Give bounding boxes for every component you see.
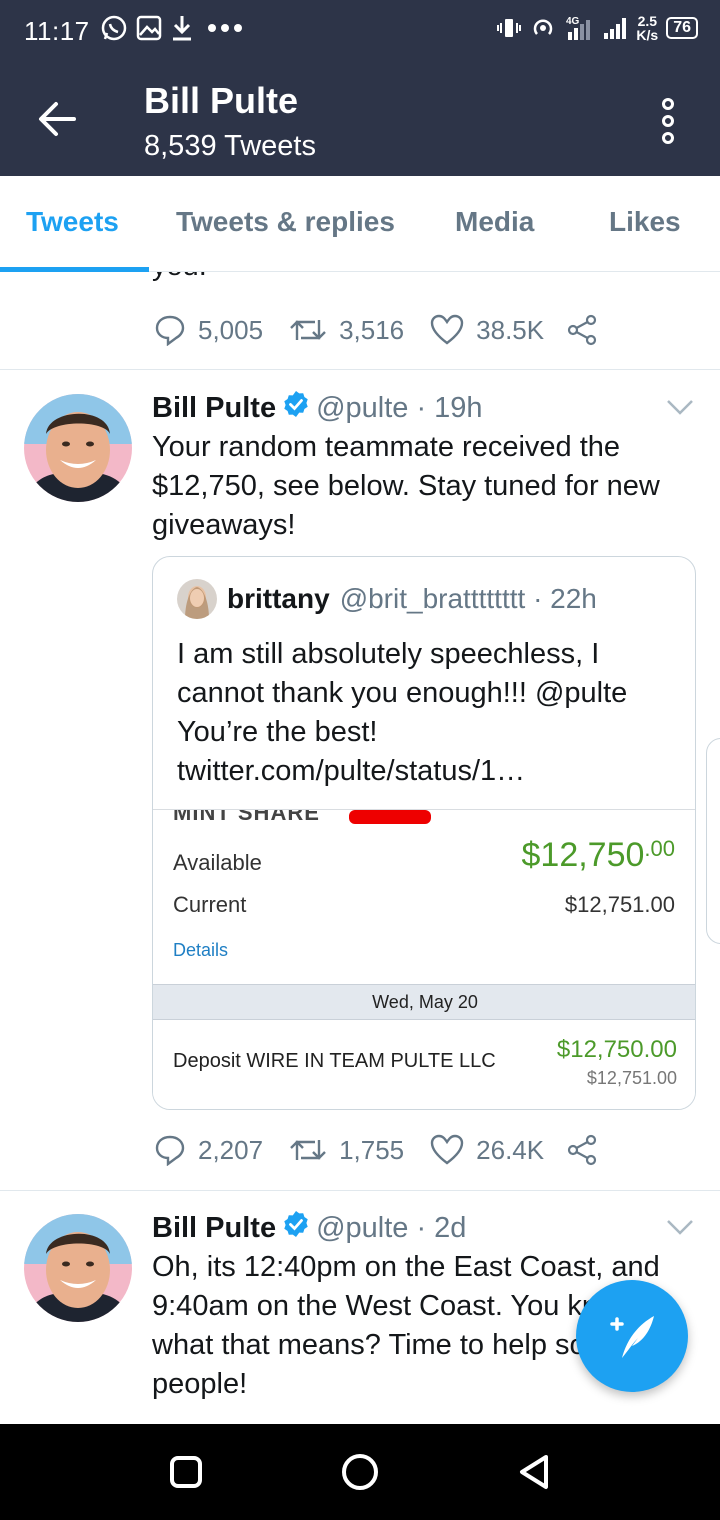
deposit-label: Deposit WIRE IN TEAM PULTE LLC <box>173 1050 496 1072</box>
compose-feather-icon <box>610 1316 654 1358</box>
tweet-header: Bill Pulte @pulte · 2d <box>152 1210 466 1246</box>
tweet-header: Bill Pulte @pulte · 19h <box>152 390 483 426</box>
chevron-down-icon[interactable] <box>666 1218 694 1236</box>
tweet-actions: 5,005 3,516 38.5K <box>154 310 598 350</box>
status-time: 11:17 <box>24 16 90 46</box>
author-handle-time: @pulte · 19h <box>316 391 483 424</box>
retweet-icon <box>290 1140 326 1160</box>
retweet-button[interactable]: 3,516 <box>289 314 404 346</box>
tweet-divider <box>0 1190 720 1191</box>
tweet-count: 8,539 Tweets <box>144 130 316 162</box>
avatar[interactable] <box>24 1214 132 1322</box>
recents-button-icon[interactable] <box>166 1452 206 1492</box>
verified-badge-icon <box>282 390 310 426</box>
tab-tweets-replies[interactable]: Tweets & replies <box>176 206 395 238</box>
heart-icon <box>430 314 464 345</box>
svg-text:4G: 4G <box>566 16 580 27</box>
vibrate-icon <box>496 15 522 41</box>
overflow-menu-icon[interactable] <box>654 98 682 144</box>
share-icon <box>568 1134 597 1166</box>
reply-button[interactable]: 2,207 <box>154 1134 263 1166</box>
deposit-balance: $12,751.00 <box>586 1068 677 1088</box>
tweet-divider <box>0 369 720 370</box>
back-button-icon[interactable] <box>514 1452 554 1492</box>
tab-tweets[interactable]: Tweets <box>26 206 119 238</box>
profile-name: Bill Pulte <box>144 80 299 121</box>
like-button[interactable]: 26.4K <box>430 1134 544 1166</box>
partial-card-edge <box>706 738 720 944</box>
tweet-feed: you. 5,005 3,516 38.5K <box>0 272 720 1424</box>
battery-indicator: 76 <box>666 17 698 39</box>
tab-media[interactable]: Media <box>455 206 534 238</box>
hotspot-icon <box>530 15 556 41</box>
profile-tabs: Tweets Tweets & replies Media Likes <box>0 176 720 272</box>
quoted-tweet-text: I am still absolutely speechless, I cann… <box>177 638 628 787</box>
share-icon <box>568 314 597 346</box>
status-bar: 11:17 4G 2.5 K/s 76 <box>0 0 720 64</box>
system-nav-bar <box>0 1424 720 1520</box>
retweet-icon <box>290 320 326 340</box>
reply-icon <box>155 315 185 346</box>
whatsapp-icon <box>100 14 128 42</box>
heart-icon <box>430 1134 464 1165</box>
quoted-tweet[interactable]: brittany @brit_bratttttttt · 22h I am st… <box>152 556 696 1110</box>
reply-button[interactable]: 5,005 <box>154 314 263 346</box>
tab-likes[interactable]: Likes <box>609 206 681 238</box>
download-icon <box>170 14 194 42</box>
details-link: Details <box>173 940 229 960</box>
back-arrow-icon[interactable] <box>36 98 78 140</box>
gallery-icon <box>136 15 162 41</box>
quoted-tweet-header: brittany @brit_bratttttttt · 22h <box>177 579 597 619</box>
tweet-text: Your random teammate received the $12,75… <box>152 431 660 541</box>
quoted-tweet-image[interactable]: MINT SHARE Available $12,750.00 Current … <box>153 809 695 1109</box>
redaction-mark <box>349 810 431 824</box>
avatar[interactable] <box>24 394 132 502</box>
signal-4g-icon: 4G <box>564 14 594 42</box>
tweet-text: you. <box>152 272 207 283</box>
quoted-avatar <box>177 579 217 619</box>
share-button[interactable] <box>566 314 598 346</box>
compose-tweet-button[interactable] <box>576 1280 688 1392</box>
author-name[interactable]: Bill Pulte <box>152 392 276 425</box>
verified-badge-icon <box>282 1210 310 1246</box>
tweet-actions: 2,207 1,755 26.4K <box>154 1130 598 1170</box>
date-bar: Wed, May 20 <box>153 984 695 1020</box>
chevron-down-icon[interactable] <box>666 398 694 416</box>
like-button[interactable]: 38.5K <box>430 314 544 346</box>
author-name[interactable]: Bill Pulte <box>152 1212 276 1245</box>
network-speed: 2.5 K/s <box>636 13 659 43</box>
author-handle-time: @pulte · 2d <box>316 1211 467 1244</box>
quoted-author-name: brittany <box>227 583 330 614</box>
reply-icon <box>155 1135 185 1166</box>
home-button-icon[interactable] <box>340 1452 380 1492</box>
image-header-text: MINT SHARE <box>173 809 320 825</box>
quoted-author-handle-time: @brit_bratttttttt · 22h <box>339 583 597 614</box>
signal-icon <box>602 15 628 41</box>
app-header: 11:17 4G 2.5 K/s 76 Bill Pulte 8,539 Twe… <box>0 0 720 176</box>
deposit-amount: $12,750.00 <box>556 1036 677 1063</box>
share-button[interactable] <box>566 1134 598 1166</box>
more-notifications-icon <box>208 24 242 32</box>
retweet-button[interactable]: 1,755 <box>289 1134 404 1166</box>
